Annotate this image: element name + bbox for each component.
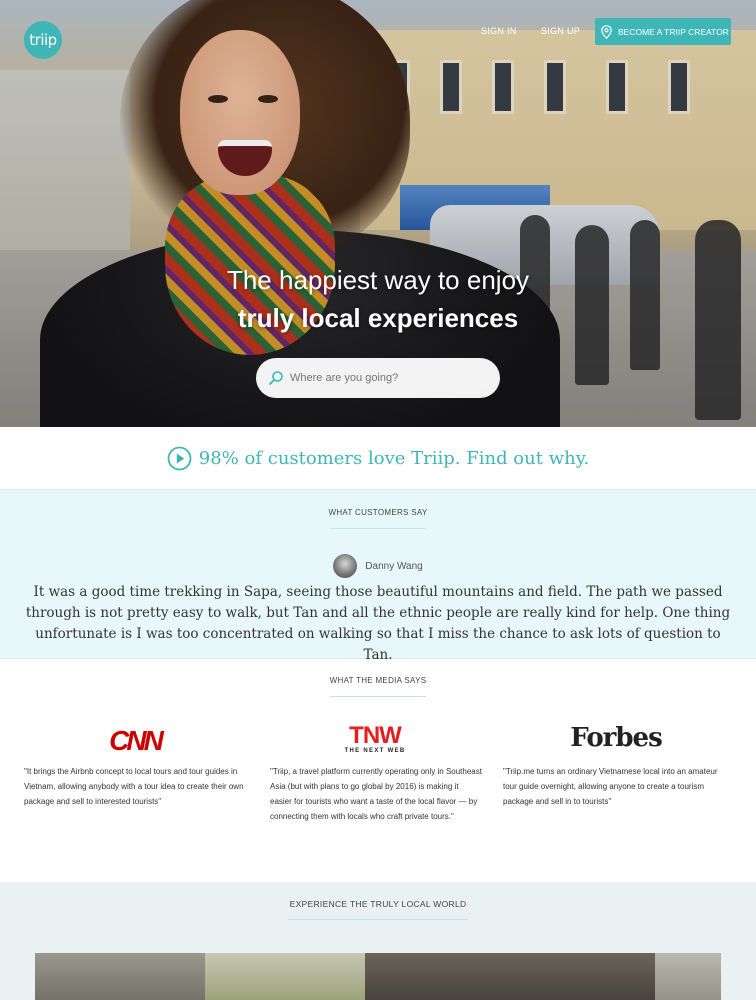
media-quote-forbes: "Triip.me turns an ordinary Vietnamese l… [503,767,718,806]
experience-section: EXPERIENCE THE TRULY LOCAL WORLD [0,882,756,1000]
media-section: WHAT THE MEDIA SAYS CNN TNW THE NEXT WEB… [0,659,756,882]
section-heading-customers: WHAT CUSTOMERS SAY [328,508,428,517]
become-creator-label: BECOME A TRIIP CREATOR [618,26,729,37]
customer-love-banner[interactable]: 98% of customers love Triip. Find out wh… [0,427,756,489]
triip-logo[interactable]: triip [24,21,62,59]
forbes-logo: Forbes [570,723,662,753]
media-quote-cnn: "It brings the Airbnb concept to local t… [24,767,244,806]
sign-in-link[interactable]: SIGN IN [481,26,517,36]
section-divider [330,528,426,529]
reviewer: Danny Wang [0,554,756,578]
customer-love-text[interactable]: 98% of customers love Triip. Find out wh… [199,448,589,469]
tnw-logo-text: TNW [349,722,402,749]
experience-photo[interactable] [35,953,721,1000]
section-heading-media: WHAT THE MEDIA SAYS [329,676,427,685]
tnw-logo-subtitle: THE NEXT WEB [344,748,406,754]
sign-up-link[interactable]: SIGN UP [541,26,580,36]
become-creator-button[interactable]: BECOME A TRIIP CREATOR [595,18,731,45]
section-divider [330,696,426,697]
play-video-icon[interactable] [167,446,192,471]
testimonial-section: WHAT CUSTOMERS SAY Danny Wang It was a g… [0,489,756,663]
destination-search[interactable] [256,358,500,398]
reviewer-name: Danny Wang [365,560,423,572]
hero-headline-line2: truly local experiences [237,303,519,333]
section-heading-experience: EXPERIENCE THE TRULY LOCAL WORLD [289,899,467,909]
tnw-logo: TNW THE NEXT WEB [340,722,410,755]
media-quote-tnw: "Triip, a travel platform currently oper… [270,767,482,821]
search-icon [268,370,284,386]
cnn-logo: CNN [109,725,164,756]
destination-search-input[interactable] [290,372,480,384]
hero-headline-line1: The happiest way to enjoy [226,265,530,295]
avatar [333,554,358,578]
location-pin-icon [601,24,612,39]
section-divider [288,919,468,920]
testimonial-quote: It was a good time trekking in Sapa, see… [25,584,731,663]
